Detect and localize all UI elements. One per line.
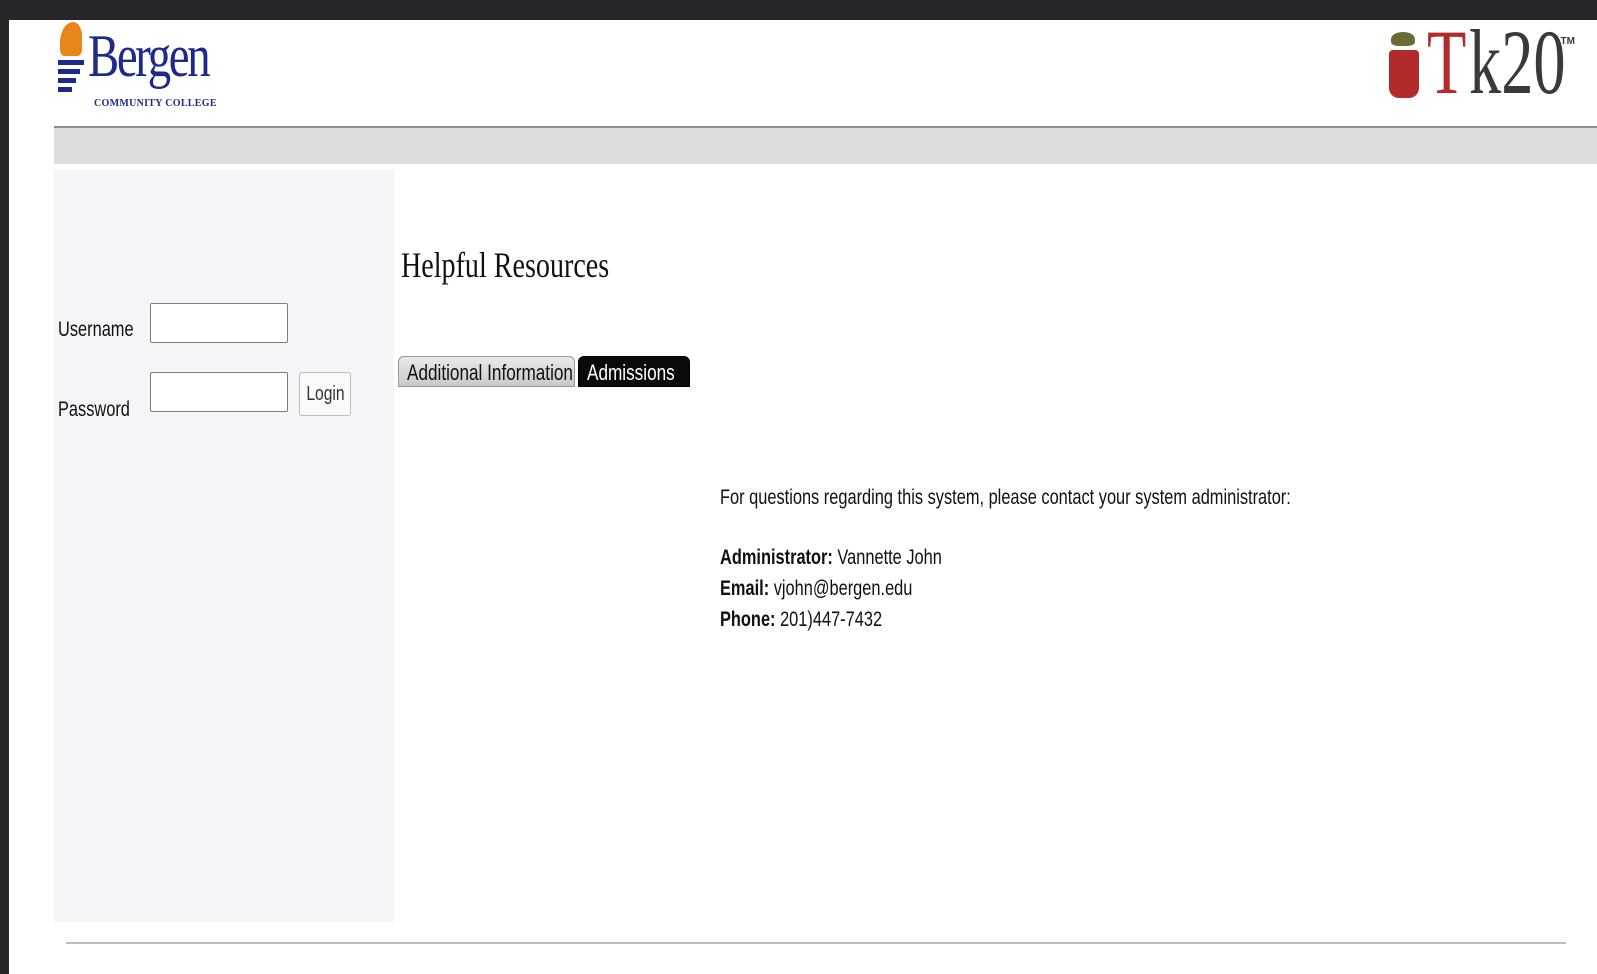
password-label: Password [58,398,130,421]
bergen-logo-text: Bergen [88,23,211,89]
phone-line: Phone: 201)447-7432 [720,604,1291,635]
username-label: Username [58,318,134,341]
tk20-logo[interactable]: T k20 TM [1385,20,1575,113]
login-button[interactable]: Login [299,372,351,416]
tab-admissions[interactable]: Admissions [578,356,690,387]
tk20-logo-k20: k20 [1469,20,1566,113]
contact-info: For questions regarding this system, ple… [720,482,1291,635]
header: Bergen COMMUNITY COLLEGE T k20 TM [54,20,1597,128]
browser-window: Bergen COMMUNITY COLLEGE T k20 TM Userna… [9,20,1597,974]
tab-admissions-label: Admissions [587,360,675,385]
bergen-logo-subtitle: COMMUNITY COLLEGE [94,98,217,109]
administrator-label: Administrator: [720,546,833,569]
torch-bars-icon [58,60,84,96]
email-line: Email: vjohn@bergen.edu [720,573,1291,604]
navigation-bar [54,128,1597,164]
password-input[interactable] [150,372,288,412]
phone-value: 201)447-7432 [780,608,883,631]
email-value[interactable]: vjohn@bergen.edu [774,577,913,600]
bergen-college-logo[interactable]: Bergen COMMUNITY COLLEGE [56,22,226,120]
apple-icon [1389,50,1419,98]
tab-additional-information-label: Additional Information [407,360,573,385]
phone-label: Phone: [720,608,776,631]
login-sidebar: Username Password Login [54,170,394,922]
administrator-line: Administrator: Vannette John [720,542,1291,573]
tk20-logo-t: T [1427,20,1467,113]
login-button-label: Login [305,383,345,405]
username-input[interactable] [150,303,288,343]
footer-divider [66,942,1566,944]
contact-intro: For questions regarding this system, ple… [720,486,1291,509]
page-title: Helpful Resources [401,245,610,285]
apple-leaf-icon [1391,32,1415,46]
torch-flame-icon [60,22,82,56]
email-label: Email: [720,577,770,600]
trademark-mark: TM [1560,36,1575,47]
tab-additional-information[interactable]: Additional Information [398,356,575,387]
administrator-value: Vannette John [837,546,942,569]
